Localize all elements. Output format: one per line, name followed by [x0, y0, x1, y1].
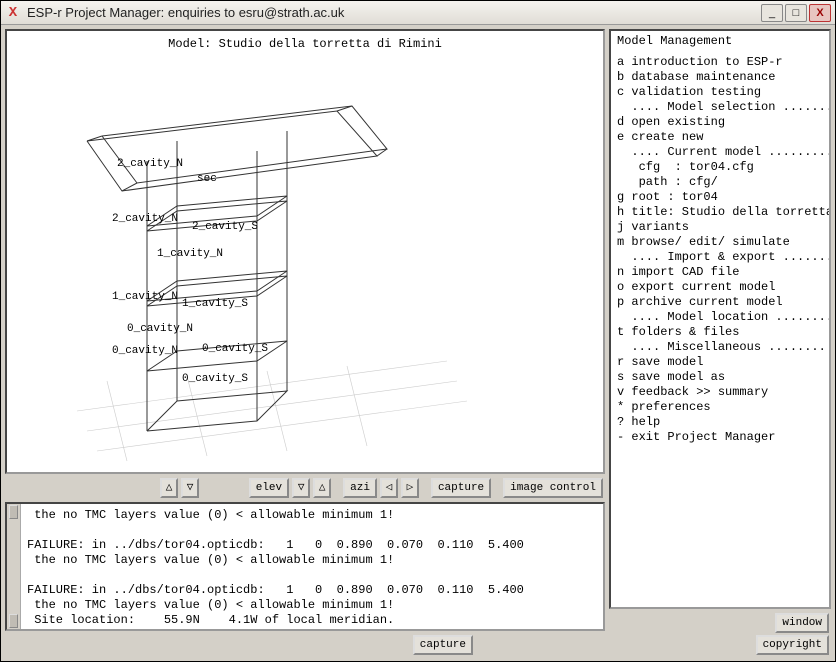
menu-item[interactable]: n import CAD file: [617, 265, 823, 280]
menu-items: a introduction to ESP-rb database mainte…: [617, 55, 823, 445]
menu-item[interactable]: p archive current model: [617, 295, 823, 310]
menu-item[interactable]: path : cfg/: [617, 175, 823, 190]
log-scrollbar[interactable]: [7, 504, 21, 629]
azi-right-button[interactable]: ▷: [401, 478, 419, 498]
menu-item[interactable]: h title: Studio della torretta: [617, 205, 823, 220]
menu-item[interactable]: s save model as: [617, 370, 823, 385]
close-button[interactable]: X: [809, 4, 831, 22]
capture-button[interactable]: capture: [431, 478, 491, 498]
log-toolbar: capture: [5, 633, 605, 657]
wire-label: 0_cavity_S: [202, 343, 268, 355]
menu-item[interactable]: o export current model: [617, 280, 823, 295]
zoom-up-button[interactable]: △: [160, 478, 178, 498]
menu-item[interactable]: * preferences: [617, 400, 823, 415]
window-controls: _ □ X: [761, 4, 831, 22]
menu-panel: Model Management a introduction to ESP-r…: [609, 29, 831, 609]
wire-label: 1_cavity_S: [182, 298, 248, 310]
log-text: the no TMC layers value (0) < allowable …: [21, 504, 603, 629]
copyright-button[interactable]: copyright: [756, 635, 829, 655]
log-capture-button[interactable]: capture: [413, 635, 473, 655]
client-area: Model: Studio della torretta di Rimini: [1, 25, 835, 661]
menu-item[interactable]: .... Model selection ........: [617, 100, 823, 115]
wire-label: 2_cavity_N: [117, 158, 183, 170]
right-column: Model Management a introduction to ESP-r…: [609, 29, 831, 657]
window-button[interactable]: window: [775, 613, 829, 633]
model-viewport[interactable]: Model: Studio della torretta di Rimini: [5, 29, 605, 474]
elev-button[interactable]: elev: [249, 478, 289, 498]
menu-item[interactable]: c validation testing: [617, 85, 823, 100]
menu-item[interactable]: .... Miscellaneous ........: [617, 340, 823, 355]
wire-label: 1_cavity_N: [112, 291, 178, 303]
zoom-down-button[interactable]: ▽: [181, 478, 199, 498]
image-control-button[interactable]: image control: [503, 478, 603, 498]
wire-label: 0_cavity_S: [182, 373, 248, 385]
wire-label: 0_cavity_N: [112, 345, 178, 357]
menu-item[interactable]: - exit Project Manager: [617, 430, 823, 445]
menu-item[interactable]: .... Import & export ........: [617, 250, 823, 265]
wire-label: sec: [197, 173, 217, 185]
wire-label: 2_cavity_S: [192, 221, 258, 233]
elev-down-button[interactable]: ▽: [292, 478, 310, 498]
menu-item[interactable]: cfg : tor04.cfg: [617, 160, 823, 175]
menu-item[interactable]: r save model: [617, 355, 823, 370]
wire-label: 0_cavity_N: [127, 323, 193, 335]
menu-item[interactable]: j variants: [617, 220, 823, 235]
titlebar-text: ESP-r Project Manager: enquiries to esru…: [27, 5, 761, 20]
left-column: Model: Studio della torretta di Rimini: [5, 29, 605, 657]
elev-up-button[interactable]: △: [313, 478, 331, 498]
right-buttons: window copyright: [609, 611, 831, 657]
maximize-button[interactable]: □: [785, 4, 807, 22]
viewport-toolbar: △ ▽ elev ▽ △ azi ◁ ▷ capture image contr…: [5, 476, 605, 500]
app-icon: X: [5, 5, 21, 21]
azi-button[interactable]: azi: [343, 478, 377, 498]
app-window: X ESP-r Project Manager: enquiries to es…: [0, 0, 836, 662]
menu-item[interactable]: m browse/ edit/ simulate: [617, 235, 823, 250]
azi-left-button[interactable]: ◁: [380, 478, 398, 498]
menu-item[interactable]: v feedback >> summary: [617, 385, 823, 400]
menu-item[interactable]: b database maintenance: [617, 70, 823, 85]
wire-label: 2_cavity_N: [112, 213, 178, 225]
log-panel: the no TMC layers value (0) < allowable …: [5, 502, 605, 631]
menu-item[interactable]: d open existing: [617, 115, 823, 130]
wire-label: 1_cavity_N: [157, 248, 223, 260]
menu-item[interactable]: .... Model location ........: [617, 310, 823, 325]
wireframe-view: 2_cavity_N sec 2_cavity_N 2_cavity_S 1_c…: [27, 61, 587, 471]
menu-item[interactable]: ? help: [617, 415, 823, 430]
menu-item[interactable]: g root : tor04: [617, 190, 823, 205]
viewport-title: Model: Studio della torretta di Rimini: [7, 31, 603, 53]
menu-item[interactable]: e create new: [617, 130, 823, 145]
menu-item[interactable]: a introduction to ESP-r: [617, 55, 823, 70]
minimize-button[interactable]: _: [761, 4, 783, 22]
menu-item[interactable]: .... Current model .........: [617, 145, 823, 160]
menu-item[interactable]: t folders & files: [617, 325, 823, 340]
titlebar[interactable]: X ESP-r Project Manager: enquiries to es…: [1, 1, 835, 25]
menu-title: Model Management: [617, 34, 823, 49]
